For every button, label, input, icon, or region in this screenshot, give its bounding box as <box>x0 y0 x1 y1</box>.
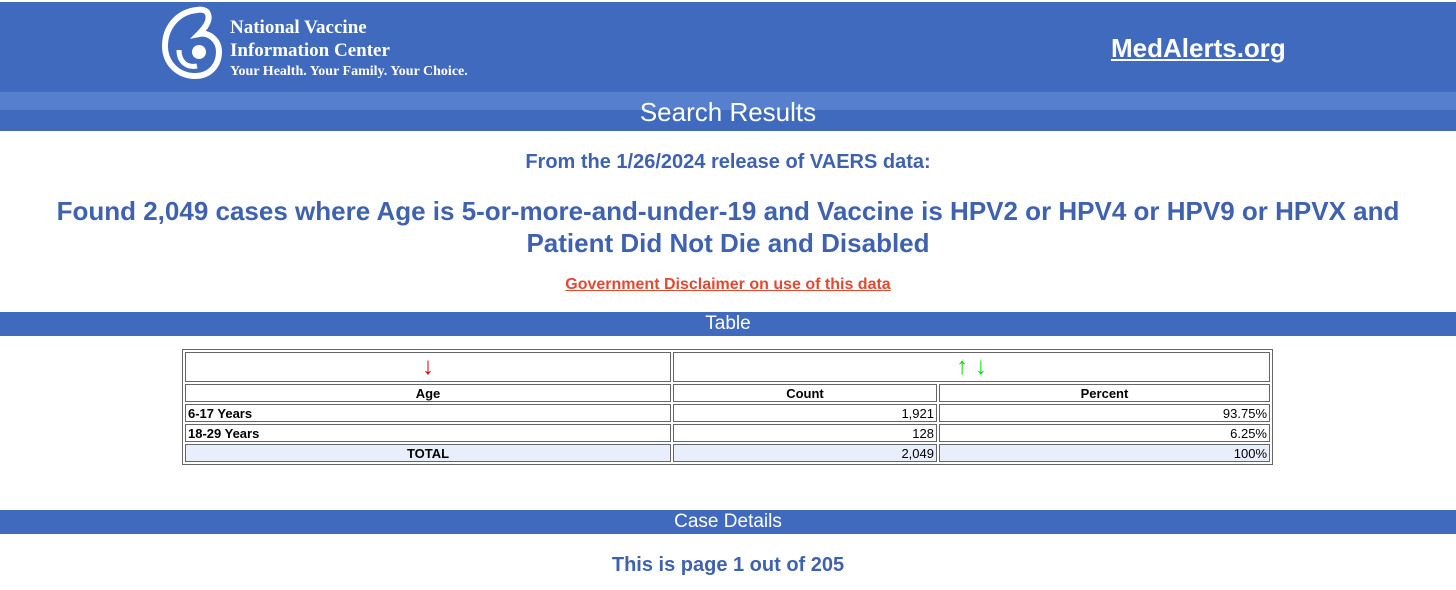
case-details-bar: Case Details <box>0 510 1456 534</box>
table-section-bar: Table <box>0 312 1456 336</box>
found-summary-line2: Patient Did Not Die and Disabled <box>526 228 930 258</box>
age-sort-cell: ↓ <box>185 352 671 382</box>
row-percent: 6.25% <box>939 424 1270 442</box>
logo-text[interactable]: National Vaccine Information Center Your… <box>230 16 468 82</box>
medalerts-link[interactable]: MedAlerts.org <box>1111 33 1286 64</box>
found-summary: Found 2,049 cases where Age is 5-or-more… <box>0 195 1456 259</box>
sort-descending-icon[interactable]: ↓ <box>975 353 987 380</box>
row-count: 128 <box>673 424 937 442</box>
logo-line2: Information Center <box>230 40 390 61</box>
column-header-age: Age <box>185 384 671 402</box>
table-row: 6-17 Years 1,921 93.75% <box>185 404 1270 422</box>
sort-arrow-row: ↓ ↑ ↓ <box>185 352 1270 382</box>
table-header-row: Age Count Percent <box>185 384 1270 402</box>
logo-line1: National Vaccine <box>230 17 367 38</box>
search-results-title: Search Results <box>639 97 817 127</box>
table-section-title: Table <box>705 313 751 334</box>
site-header: National Vaccine Information Center Your… <box>0 0 1456 92</box>
page-info: This is page 1 out of 205 <box>611 554 845 576</box>
found-summary-line1: Found 2,049 cases where Age is 5-or-more… <box>56 196 1400 226</box>
row-age-label[interactable]: 6-17 Years <box>185 404 671 422</box>
case-details-title: Case Details <box>674 511 782 532</box>
row-age-label[interactable]: 18-29 Years <box>185 424 671 442</box>
row-count: 1,921 <box>673 404 937 422</box>
results-table: ↓ ↑ ↓ Age Count Percent 6-17 Years 1,921… <box>182 349 1273 465</box>
logo-tagline: Your Health. Your Family. Your Choice. <box>230 64 468 79</box>
government-disclaimer-link[interactable]: Government Disclaimer on use of this dat… <box>0 276 1456 294</box>
sort-descending-icon[interactable]: ↓ <box>422 353 434 380</box>
nvic-logo-icon[interactable] <box>157 6 223 80</box>
sort-ascending-icon[interactable]: ↑ <box>956 353 968 380</box>
total-label: TOTAL <box>185 444 671 462</box>
row-percent: 93.75% <box>939 404 1270 422</box>
column-header-percent: Percent <box>939 384 1270 402</box>
column-header-count: Count <box>673 384 937 402</box>
table-total-row: TOTAL 2,049 100% <box>185 444 1270 462</box>
total-percent: 100% <box>939 444 1270 462</box>
table-row: 18-29 Years 128 6.25% <box>185 424 1270 442</box>
count-sort-cell: ↑ ↓ <box>673 352 1270 382</box>
total-count: 2,049 <box>673 444 937 462</box>
release-info: From the 1/26/2024 release of VAERS data… <box>525 151 931 173</box>
